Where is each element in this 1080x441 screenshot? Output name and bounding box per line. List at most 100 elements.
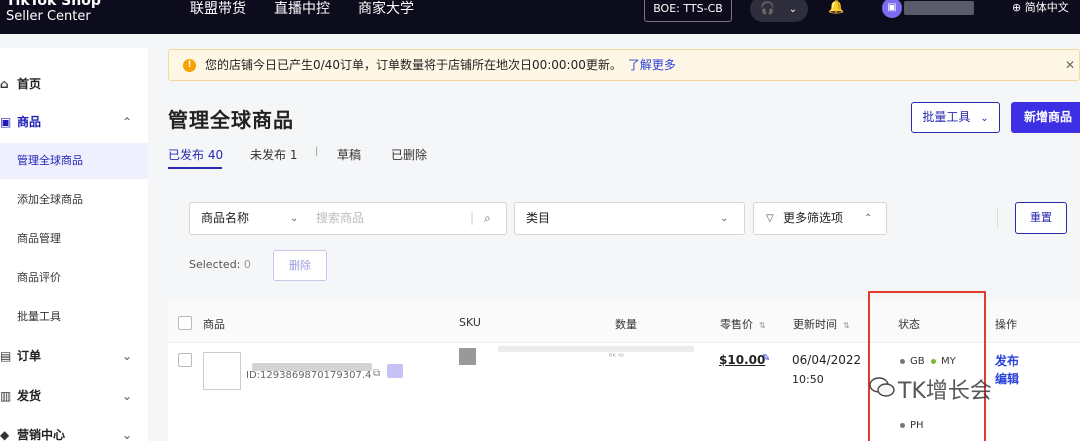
selected-label: Selected: xyxy=(189,258,241,271)
category-select[interactable]: 类目 ⌄ xyxy=(514,202,745,235)
price-value[interactable]: $10.00 xyxy=(719,353,765,367)
sidebar-item-batch-tools[interactable]: 批量工具 xyxy=(0,299,148,335)
tab-drafts[interactable]: 草稿 xyxy=(337,146,361,163)
tab-unpublished[interactable]: 未发布 1 xyxy=(250,146,297,163)
sidebar-item-manage-global[interactable]: 管理全球商品 xyxy=(0,143,148,179)
sidebar-item-label: 营销中心 xyxy=(17,428,66,441)
chevron-up-icon: ⌃ xyxy=(864,213,873,224)
chevron-down-icon: ⌄ xyxy=(788,4,798,15)
tab-deleted[interactable]: 已删除 xyxy=(391,146,427,163)
truck-icon: ▥ xyxy=(0,389,12,403)
sidebar-item-label: 发货 xyxy=(17,389,42,403)
logo-line2: Seller Center xyxy=(6,9,91,24)
product-id: ID:1293869870179307.4 xyxy=(246,370,372,381)
top-nav: 联盟带货 直播中控 商家大学 xyxy=(190,0,414,18)
megaphone-icon: ◆ xyxy=(0,428,10,441)
avatar[interactable]: ▣ xyxy=(882,0,902,18)
sidebar-item-home[interactable]: ⌂ 首页 xyxy=(0,66,148,102)
row-checkbox[interactable] xyxy=(178,353,192,367)
nav-academy[interactable]: 商家大学 xyxy=(358,0,414,18)
col-sku: SKU xyxy=(459,316,481,329)
select-all-checkbox[interactable] xyxy=(178,316,192,330)
selected-count: 0 xyxy=(243,258,251,271)
filter-icon: ▽ xyxy=(766,213,774,224)
page-title: 管理全球商品 xyxy=(168,108,294,132)
blurred-username xyxy=(904,1,974,15)
sidebar-item-reviews[interactable]: 商品评价 xyxy=(0,260,148,296)
sidebar-item-label: 商品评价 xyxy=(17,271,61,284)
more-filters-button[interactable]: ▽ 更多筛选项 ⌃ xyxy=(753,202,887,235)
wechat-icon xyxy=(869,377,895,397)
sidebar-item-label: 商品 xyxy=(17,115,42,129)
sidebar-item-label: 首页 xyxy=(17,77,42,91)
globe-icon: ⊕ xyxy=(1012,1,1022,14)
button-label: 批量工具 xyxy=(922,110,971,124)
sidebar-item-products[interactable]: ▣ 商品 ⌃ xyxy=(0,104,148,140)
status-highlight-box xyxy=(868,291,986,441)
col-updated[interactable]: 更新时间 ⇅ xyxy=(793,316,850,332)
home-icon: ⌂ xyxy=(0,77,9,91)
language-label: 简体中文 xyxy=(1024,1,1069,14)
sidebar-item-label: 批量工具 xyxy=(17,310,61,323)
chevron-down-icon: ⌄ xyxy=(122,349,133,363)
search-field-select[interactable]: 商品名称 xyxy=(201,203,249,234)
region-badge[interactable]: BOE: TTS-CB xyxy=(644,0,732,22)
headset-icon: 🎧 xyxy=(760,1,775,15)
logo[interactable]: TikTok Shop Seller Center xyxy=(6,0,101,24)
filter-divider xyxy=(997,208,998,228)
product-image[interactable] xyxy=(203,352,241,390)
notice-message: 您的店铺今日已产生0/40订单，订单数量将于店铺所在地次日00:00:00更新。 xyxy=(205,58,622,72)
logo-line1: TikTok Shop xyxy=(6,0,101,9)
delete-button[interactable]: 删除 xyxy=(273,250,327,281)
active-tab-indicator xyxy=(168,167,222,169)
nav-affiliate[interactable]: 联盟带货 xyxy=(190,0,246,18)
product-search-box[interactable]: 商品名称 ⌄ 搜索商品 | ⌕ xyxy=(189,202,507,235)
sidebar-item-shipping[interactable]: ▥ 发货 ⌄ xyxy=(0,378,148,414)
sidebar-item-label: 订单 xyxy=(17,349,42,363)
watermark: TK增长会 xyxy=(898,379,992,404)
chevron-down-icon: ⌄ xyxy=(980,113,989,124)
edit-link[interactable]: 编辑 xyxy=(995,370,1019,387)
reset-button[interactable]: 重置 xyxy=(1015,202,1067,234)
add-product-button[interactable]: 新增商品 xyxy=(1011,102,1080,133)
search-input[interactable]: 搜索商品 xyxy=(316,203,364,234)
sidebar-item-label: 管理全球商品 xyxy=(17,154,83,167)
category-label: 类目 xyxy=(526,211,551,225)
sidebar-item-marketing[interactable]: ◆ 营销中心 ⌄ xyxy=(0,417,148,441)
sidebar-item-orders[interactable]: ▤ 订单 ⌄ xyxy=(0,338,148,374)
order-limit-notice: ! 您的店铺今日已产生0/40订单，订单数量将于店铺所在地次日00:00:00更… xyxy=(168,49,1080,81)
close-icon[interactable]: ✕ xyxy=(1065,50,1075,80)
col-price[interactable]: 零售价 ⇅ xyxy=(720,316,766,332)
chevron-down-icon: ⌄ xyxy=(122,428,133,441)
warning-icon: ! xyxy=(183,59,196,72)
edit-icon[interactable]: ✎ xyxy=(762,353,770,364)
bell-icon[interactable]: 🔔 xyxy=(828,0,844,16)
publish-link[interactable]: 发布 xyxy=(995,352,1019,369)
copy-icon[interactable]: ⧉ xyxy=(373,368,380,379)
col-quantity: 数量 xyxy=(615,318,637,331)
sort-icon: ⇅ xyxy=(759,321,766,330)
updated-date: 06/04/2022 xyxy=(792,353,862,367)
product-icon: ▣ xyxy=(0,115,12,129)
tab-published[interactable]: 已发布 40 xyxy=(168,146,223,163)
language-switch[interactable]: ⊕ 简体中文 xyxy=(1012,0,1069,16)
sidebar-item-add-global[interactable]: 添加全球商品 xyxy=(0,182,148,218)
sidebar-item-product-manage[interactable]: 商品管理 xyxy=(0,221,148,257)
col-price-label: 零售价 xyxy=(720,318,753,331)
col-product: 商品 xyxy=(203,318,225,331)
support-button[interactable]: 🎧 ⌄ xyxy=(750,0,808,22)
col-actions: 操作 xyxy=(995,318,1017,331)
chevron-up-icon: ⌃ xyxy=(122,115,133,129)
selection-count: Selected: 0 xyxy=(189,258,251,271)
nav-live-control[interactable]: 直播中控 xyxy=(274,0,330,18)
learn-more-link[interactable]: 了解更多 xyxy=(628,58,676,72)
input-divider: | xyxy=(470,211,475,225)
sidebar-item-label: 商品管理 xyxy=(17,232,61,245)
search-icon[interactable]: ⌕ xyxy=(484,203,491,234)
batch-tools-button[interactable]: 批量工具 ⌄ xyxy=(911,102,1000,133)
updated-time: 10:50 xyxy=(792,373,824,386)
more-filters-label: 更多筛选项 xyxy=(783,211,844,225)
top-bar: TikTok Shop Seller Center 联盟带货 直播中控 商家大学… xyxy=(0,0,1080,34)
sidebar-item-label: 添加全球商品 xyxy=(17,193,83,206)
blurred-sku xyxy=(498,346,694,352)
